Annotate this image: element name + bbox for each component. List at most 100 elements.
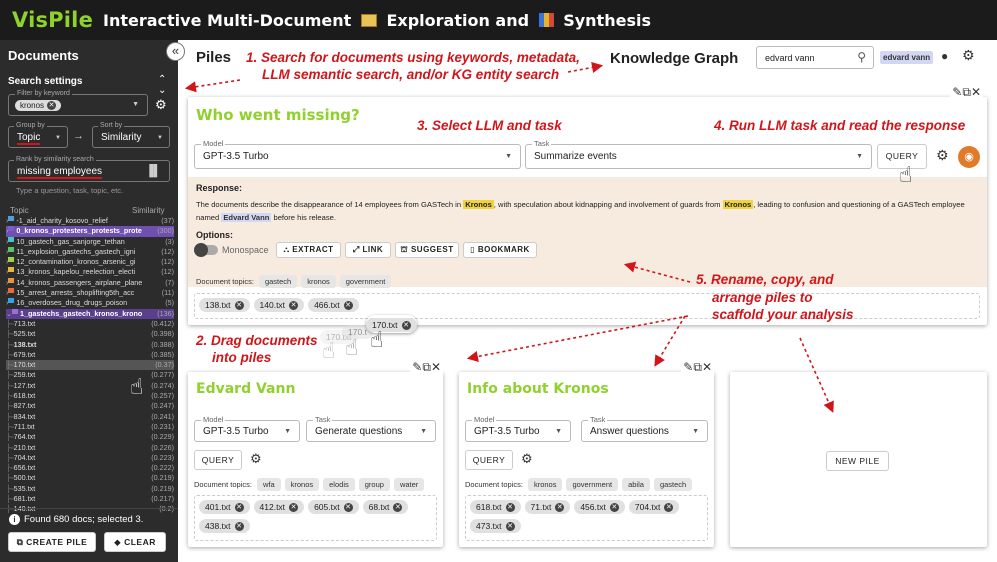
topic-chip[interactable]: kronos [284, 478, 320, 491]
topic-row[interactable]: › 15_arrest_arrests_shoplifting5th_acc (1… [6, 288, 174, 298]
doc-row[interactable]: ├▫ 500.txt (0.219) [6, 473, 174, 483]
task-select[interactable]: Task Summarize events ▼ [525, 139, 872, 169]
remove-doc-icon[interactable]: ✕ [234, 300, 244, 310]
task-select[interactable]: Task Generate questions ▼ [306, 415, 436, 442]
model-select[interactable]: Model GPT-3.5 Turbo ▼ [465, 415, 571, 442]
edit-icon[interactable]: ✎ [412, 360, 422, 374]
topic-chip[interactable]: abila [622, 478, 650, 491]
topic-chip[interactable]: government [566, 478, 619, 491]
close-icon[interactable]: ✕ [971, 85, 981, 99]
copy-icon[interactable]: ⧉ [962, 85, 971, 99]
remove-doc-icon[interactable]: ✕ [609, 502, 619, 512]
remove-doc-icon[interactable]: ✕ [505, 502, 515, 512]
gear-icon[interactable]: ⚙ [936, 147, 949, 164]
close-icon[interactable]: ✕ [702, 360, 712, 374]
model-select[interactable]: Model GPT-3.5 Turbo ▼ [194, 415, 300, 442]
remove-doc-icon[interactable]: ✕ [234, 521, 244, 531]
eye-icon[interactable]: ◉ [958, 146, 980, 168]
topic-row[interactable]: › 13_kronos_kapelou_reelection_electi (12… [6, 267, 174, 277]
topic-chip[interactable]: elodis [323, 478, 355, 491]
query-button[interactable]: QUERY [465, 450, 513, 470]
collapse-sidebar-button[interactable]: « [166, 42, 185, 61]
doc-row[interactable]: ├▫ 764.txt (0.229) [6, 432, 174, 442]
pile-title[interactable]: Who went missing? [196, 106, 360, 124]
topic-row[interactable]: › 14_kronos_passengers_airplane_plane (7) [6, 277, 174, 288]
close-icon[interactable]: ✕ [431, 360, 441, 374]
collapse-settings-icon[interactable]: ⌃ ⌄ [158, 74, 166, 96]
doc-row[interactable]: ├▫ 681.txt (0.217) [6, 494, 174, 504]
keyword-filter-field[interactable]: Filter by keyword kronos ✕ ▼ [8, 90, 148, 116]
remove-doc-icon[interactable]: ✕ [234, 502, 244, 512]
remove-doc-icon[interactable]: ✕ [343, 300, 353, 310]
link-button[interactable]: ⤢ LINK [345, 242, 391, 258]
pile-dropzone[interactable]: 401.txt ✕ 412.txt ✕ 605.txt ✕ 68.txt ✕ 438.txt ✕ [194, 495, 437, 541]
doc-chip[interactable]: 618.txt ✕ [470, 500, 521, 514]
pile-title[interactable]: Edvard Vann [196, 381, 295, 397]
dropdown-icon[interactable]: ▼ [132, 101, 139, 108]
new-pile-button[interactable]: NEW PILE [826, 451, 889, 471]
doc-row[interactable]: ├▫ 679.txt (0.385) [6, 350, 174, 360]
entity-highlight-kronos[interactable]: Kronos [463, 200, 494, 209]
gear-icon[interactable]: ⚙ [250, 451, 262, 467]
monospace-toggle[interactable] [194, 243, 218, 257]
topic-row[interactable]: › 0_kronos_protesters_protests_prote (300… [6, 226, 174, 237]
doc-row[interactable]: ├▫ 170.txt (0.37) [6, 360, 174, 371]
doc-chip[interactable]: 438.txt ✕ [199, 519, 250, 533]
doc-row[interactable]: ├▫ 127.txt (0.274) [6, 381, 174, 391]
bookmark-button[interactable]: ▯ BOOKMARK [463, 242, 537, 258]
doc-row[interactable]: ├▫ 525.txt (0.398) [6, 329, 174, 339]
doc-chip[interactable]: 401.txt ✕ [199, 500, 250, 514]
remove-doc-icon[interactable]: ✕ [664, 502, 674, 512]
entity-highlight-kronos[interactable]: Kronos [722, 200, 754, 209]
kg-search-input[interactable]: edvard vann ⚲ [756, 46, 874, 69]
edit-icon[interactable]: ✎ [683, 360, 693, 374]
bar-chart-icon[interactable]: ▐▌ [145, 165, 161, 177]
remove-doc-icon[interactable]: ✕ [505, 521, 515, 531]
doc-row[interactable]: ├▫ 704.txt (0.223) [6, 453, 174, 463]
topic-chip[interactable]: kronos [527, 478, 563, 491]
topic-row[interactable]: › 16_overdoses_drug_drugs_poison (5) [6, 298, 174, 308]
doc-chip[interactable]: 68.txt ✕ [362, 500, 409, 514]
doc-row[interactable]: ├▫ 259.txt (0.277) [6, 370, 174, 380]
extract-button[interactable]: ⛬ EXTRACT [276, 242, 341, 258]
edit-icon[interactable]: ✎ [952, 85, 962, 99]
doc-row[interactable]: ├▫ 138.txt (0.388) [6, 340, 174, 350]
lightbulb-icon[interactable]: ● [941, 49, 948, 63]
suggest-button[interactable]: ⛫ SUGGEST [395, 242, 459, 258]
doc-chip[interactable]: 140.txt ✕ [253, 298, 305, 312]
sort-by-select[interactable]: Sort by Similarity ▼ [92, 122, 170, 148]
doc-chip[interactable]: 473.txt ✕ [470, 519, 521, 533]
gear-icon[interactable]: ⚙ [155, 97, 167, 113]
topic-chip[interactable]: wfa [256, 478, 281, 491]
remove-doc-icon[interactable]: ✕ [555, 502, 565, 512]
remove-doc-icon[interactable]: ✕ [401, 320, 411, 330]
pile-dropzone[interactable]: 138.txt ✕ 140.txt ✕ 466.txt ✕ [194, 293, 980, 319]
remove-doc-icon[interactable]: ✕ [289, 502, 299, 512]
doc-chip[interactable]: 412.txt ✕ [253, 500, 305, 514]
doc-chip[interactable]: 605.txt ✕ [308, 500, 359, 514]
create-pile-button[interactable]: ⧉ CREATE PILE [8, 532, 96, 552]
search-icon[interactable]: ⚲ [857, 50, 866, 64]
similarity-search-input[interactable]: Rank by similarity search missing employ… [8, 156, 170, 182]
topic-row[interactable]: › 12_contamination_kronos_arsenic_gi (12) [6, 257, 174, 267]
topic-row[interactable]: ⌄ 1_gastechs_gastech_kronos_krono (136) [6, 308, 174, 319]
copy-icon[interactable]: ⧉ [422, 360, 431, 374]
gear-icon[interactable]: ⚙ [962, 47, 975, 64]
doc-row[interactable]: ├▫ 656.txt (0.222) [6, 463, 174, 473]
topic-row[interactable]: › 10_gastech_gas_sanjorge_tethan (3) [6, 236, 174, 247]
topic-chip[interactable]: group [358, 478, 390, 491]
remove-doc-icon[interactable]: ✕ [343, 502, 353, 512]
doc-chip[interactable]: 138.txt ✕ [199, 298, 250, 312]
remove-doc-icon[interactable]: ✕ [393, 502, 403, 512]
doc-row[interactable]: ├▫ 210.txt (0.226) [6, 443, 174, 453]
query-button[interactable]: QUERY [194, 450, 242, 470]
topic-row[interactable]: › 11_explosion_gastechs_gastech_igni (12) [6, 246, 174, 257]
clear-button[interactable]: ◆ CLEAR [104, 532, 166, 552]
topic-chip[interactable]: water [393, 478, 425, 491]
doc-chip[interactable]: 456.txt ✕ [574, 500, 625, 514]
model-select[interactable]: Model GPT-3.5 Turbo ▼ [194, 139, 521, 169]
doc-row[interactable]: ├▫ 834.txt (0.241) [6, 412, 174, 422]
topic-chip[interactable]: gastech [258, 275, 298, 288]
topic-chip[interactable]: government [339, 275, 392, 288]
pile-dropzone[interactable]: 618.txt ✕ 71.txt ✕ 456.txt ✕ 704.txt ✕ 473.txt ✕ [465, 495, 708, 541]
